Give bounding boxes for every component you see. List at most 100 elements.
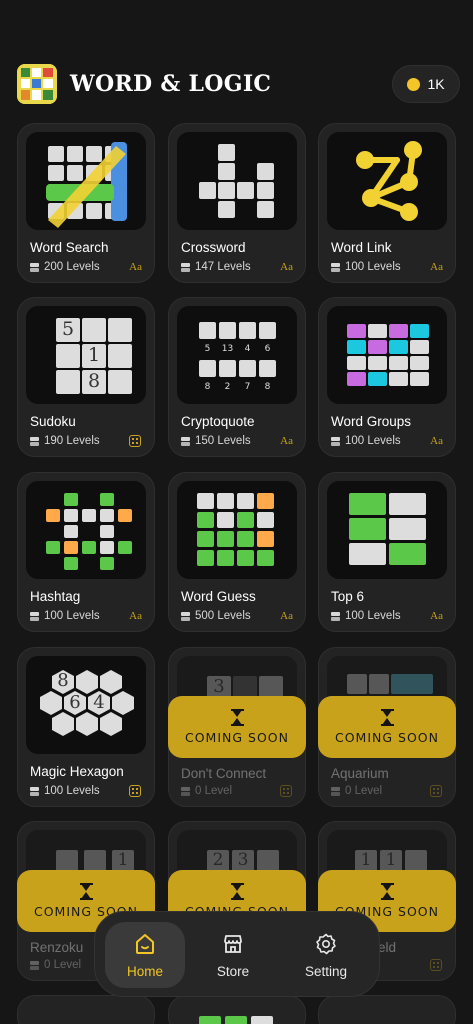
hourglass-icon — [79, 882, 93, 900]
hourglass-icon — [380, 708, 394, 726]
game-name: Don't Connect — [181, 766, 267, 781]
level-count-text: 100 Levels — [345, 435, 401, 447]
game-name: Cryptoquote — [181, 414, 255, 429]
logic-game-icon — [430, 785, 442, 797]
word-game-badge: Aa — [129, 261, 142, 273]
level-count-text: 100 Levels — [345, 261, 401, 273]
logic-game-icon — [430, 959, 442, 971]
game-card-word-guess[interactable]: Word Guess 500 Levels Aa — [168, 472, 306, 632]
logic-game-icon — [129, 435, 141, 447]
level-count: 0 Level — [181, 785, 232, 797]
coming-soon-label: COMING SOON — [334, 729, 439, 745]
nav-home[interactable]: Home — [105, 922, 185, 988]
game-card-hashtag[interactable]: Hashtag 100 Levels Aa — [17, 472, 155, 632]
level-count-text: 0 Level — [195, 785, 233, 797]
word-game-badge: Aa — [129, 610, 142, 622]
hexagon-digit: 4 — [93, 692, 105, 713]
word-search-thumbnail — [26, 132, 146, 230]
word-game-badge: Aa — [280, 610, 293, 622]
hourglass-icon — [230, 882, 244, 900]
level-count-text: 0 Level — [345, 785, 383, 797]
level-count: 0 Level — [331, 785, 382, 797]
nav-store[interactable]: Store — [193, 922, 273, 988]
cipher-number: 4 — [244, 344, 251, 354]
level-count-text: 100 Levels — [345, 610, 401, 622]
level-count-text: 147 Levels — [195, 261, 251, 273]
cipher-number: 2 — [224, 382, 231, 392]
game-name: Sudoku — [30, 414, 76, 429]
home-icon — [136, 933, 154, 954]
game-name: Hashtag — [30, 589, 81, 604]
level-count: 0 Level — [30, 959, 81, 971]
word-game-badge: Aa — [280, 261, 293, 273]
game-card-word-link[interactable]: Word Link 100 Levels Aa — [318, 123, 456, 283]
level-count: 100 Levels — [30, 785, 100, 797]
hexagon-digit: 6 — [69, 692, 81, 713]
puzzle-digit: 3 — [237, 850, 249, 870]
levels-icon — [30, 786, 39, 796]
game-card-top-6[interactable]: Top 6 100 Levels Aa — [318, 472, 456, 632]
word-game-badge: Aa — [430, 435, 443, 447]
game-card-peek[interactable] — [318, 995, 456, 1024]
levels-icon — [181, 262, 190, 272]
levels-icon — [30, 611, 39, 621]
level-count: 100 Levels — [30, 610, 100, 622]
level-count: 500 Levels — [181, 610, 251, 622]
puzzle-digit: 2 — [212, 850, 224, 870]
level-count-text: 0 Level — [44, 959, 82, 971]
cipher-number: 13 — [221, 344, 234, 354]
coin-icon — [407, 77, 421, 91]
cipher-number: 5 — [204, 344, 211, 354]
game-name: Word Search — [30, 240, 109, 255]
game-card-cryptoquote[interactable]: 5 13 4 6 8 2 7 8 Cryptoquote 150 Levels … — [168, 297, 306, 457]
level-count: 150 Levels — [181, 435, 251, 447]
word-game-badge: Aa — [430, 261, 443, 273]
store-icon — [224, 934, 242, 953]
game-card-magic-hexagon[interactable]: 8 6 4 Magic Hexagon 100 Levels — [17, 647, 155, 807]
game-card-peek[interactable] — [17, 995, 155, 1024]
coin-balance[interactable]: 1K — [392, 65, 460, 103]
nav-setting[interactable]: Setting — [281, 922, 371, 988]
level-count-text: 150 Levels — [195, 435, 251, 447]
level-count-text: 100 Levels — [44, 785, 100, 797]
levels-icon — [30, 262, 39, 272]
puzzle-digit: 1 — [360, 850, 372, 870]
cryptoquote-thumbnail: 5 13 4 6 8 2 7 8 — [177, 306, 297, 404]
logic-game-icon — [129, 785, 141, 797]
word-guess-thumbnail — [177, 481, 297, 579]
word-groups-thumbnail — [327, 306, 447, 404]
puzzle-digit: 3 — [213, 676, 225, 697]
coming-soon-label: COMING SOON — [184, 729, 289, 745]
level-count-text: 100 Levels — [44, 610, 100, 622]
nav-store-label: Store — [216, 963, 250, 979]
game-card-peek[interactable] — [168, 995, 306, 1024]
game-card-word-groups[interactable]: Word Groups 100 Levels Aa — [318, 297, 456, 457]
game-hub-screen: WORD & LOGIC 1K Word Search 200 Levels A… — [0, 0, 473, 1024]
app-logo — [17, 64, 57, 104]
game-card-word-search[interactable]: Word Search 200 Levels Aa — [17, 123, 155, 283]
word-game-badge: Aa — [280, 435, 293, 447]
game-name: eld — [378, 940, 397, 955]
levels-icon — [30, 436, 39, 446]
game-card-crossword[interactable]: Crossword 147 Levels Aa — [168, 123, 306, 283]
game-name: Word Groups — [331, 414, 412, 429]
coming-soon-overlay: COMING SOON — [318, 696, 456, 758]
word-link-thumbnail — [327, 132, 447, 230]
levels-icon — [30, 960, 39, 970]
sudoku-digit: 8 — [87, 370, 101, 392]
level-count: 190 Levels — [30, 435, 100, 447]
level-count: 100 Levels — [331, 261, 401, 273]
game-name: Word Guess — [181, 589, 256, 604]
level-count: 147 Levels — [181, 261, 251, 273]
magic-hexagon-thumbnail: 8 6 4 — [26, 656, 146, 754]
level-count-text: 190 Levels — [44, 435, 100, 447]
hourglass-icon — [230, 708, 244, 726]
cipher-number: 6 — [264, 344, 271, 354]
cipher-number: 7 — [244, 382, 251, 392]
hexagon-digit: 8 — [57, 670, 69, 691]
top-6-thumbnail — [327, 481, 447, 579]
game-name: Word Link — [331, 240, 392, 255]
nav-setting-label: Setting — [304, 963, 348, 979]
game-card-sudoku[interactable]: 5 1 8 Sudoku 190 Levels — [17, 297, 155, 457]
sudoku-digit: 5 — [61, 318, 75, 340]
